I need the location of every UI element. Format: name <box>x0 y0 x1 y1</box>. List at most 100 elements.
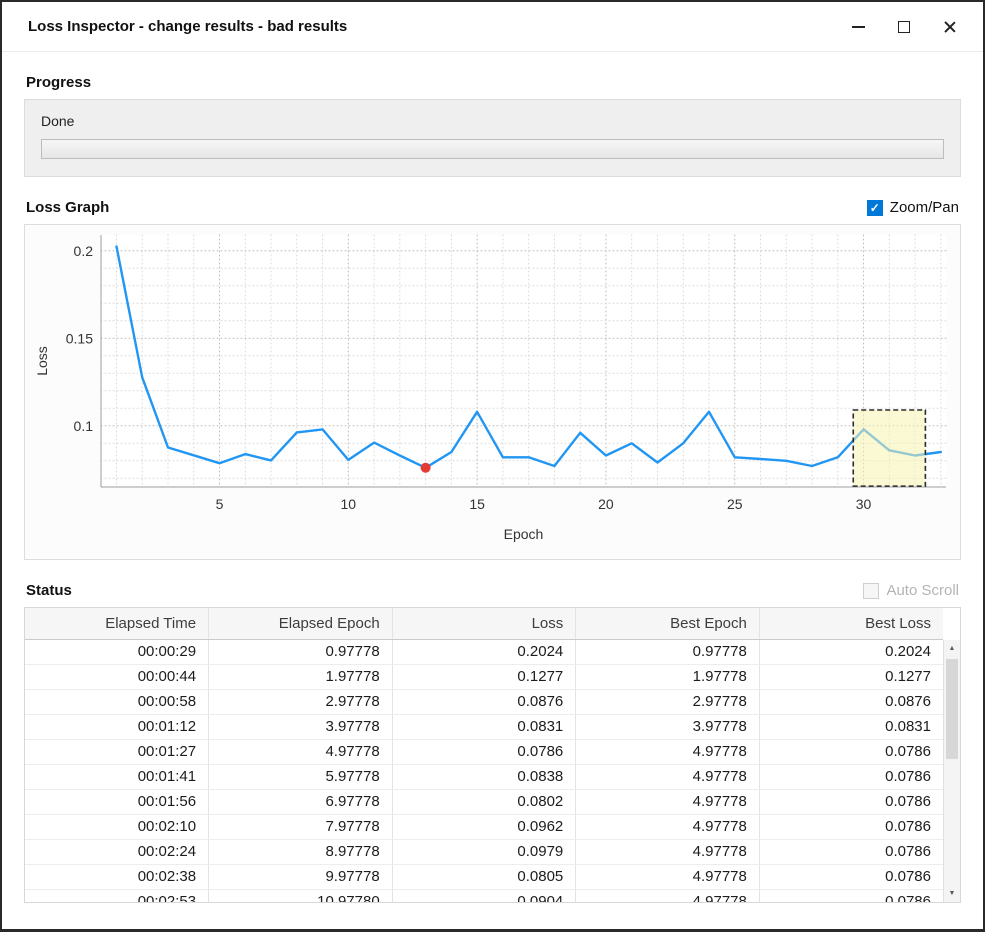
table-cell: 00:02:38 <box>25 864 209 889</box>
table-cell: 4.97778 <box>576 864 760 889</box>
zoom-pan-checkbox-icon: ✓ <box>867 200 883 216</box>
table-row[interactable]: 00:02:389.977780.08054.977780.0786 <box>25 864 943 889</box>
progress-bar <box>41 139 944 159</box>
arrow-up-icon: ▲ <box>949 645 956 652</box>
scroll-down-button[interactable]: ▼ <box>944 885 960 902</box>
table-cell: 0.2024 <box>392 639 576 664</box>
minimize-button[interactable] <box>843 12 873 42</box>
table-cell: 0.0786 <box>759 789 943 814</box>
arrow-down-icon: ▼ <box>949 890 956 897</box>
close-button[interactable] <box>935 12 965 42</box>
scrollbar-thumb[interactable] <box>946 659 958 759</box>
table-cell: 3.97778 <box>209 714 393 739</box>
x-tick-label: 30 <box>856 496 872 512</box>
auto-scroll-checkbox-icon <box>863 583 879 599</box>
table-cell: 0.0876 <box>392 689 576 714</box>
window-body: Progress Done Loss Graph ✓ Zoom/Pan 0.10… <box>2 52 983 903</box>
table-row[interactable]: 00:02:248.977780.09794.977780.0786 <box>25 839 943 864</box>
table-row[interactable]: 00:01:566.977780.08024.977780.0786 <box>25 789 943 814</box>
table-cell: 0.0786 <box>759 839 943 864</box>
table-row[interactable]: 00:00:290.977780.20240.977780.2024 <box>25 639 943 664</box>
table-cell: 0.0786 <box>759 889 943 903</box>
table-row[interactable]: 00:00:441.977780.12771.977780.1277 <box>25 664 943 689</box>
table-cell: 0.0786 <box>392 739 576 764</box>
table-cell: 5.97778 <box>209 764 393 789</box>
x-axis-label: Epoch <box>504 526 544 542</box>
table-cell: 4.97778 <box>576 739 760 764</box>
table-row[interactable]: 00:01:415.977780.08384.977780.0786 <box>25 764 943 789</box>
status-header-row: Status Auto Scroll <box>26 582 959 599</box>
table-cell: 00:01:56 <box>25 789 209 814</box>
status-table-grid: Elapsed TimeElapsed EpochLossBest EpochB… <box>25 608 943 903</box>
table-cell: 00:00:58 <box>25 689 209 714</box>
table-cell: 0.2024 <box>759 639 943 664</box>
loss-graph-header-row: Loss Graph ✓ Zoom/Pan <box>26 199 959 216</box>
table-cell: 0.0904 <box>392 889 576 903</box>
table-cell: 10.97780 <box>209 889 393 903</box>
table-cell: 00:00:44 <box>25 664 209 689</box>
table-cell: 0.1277 <box>759 664 943 689</box>
table-row[interactable]: 00:02:107.977780.09624.977780.0786 <box>25 814 943 839</box>
x-tick-label: 15 <box>469 496 485 512</box>
table-row[interactable]: 00:01:123.977780.08313.977780.0831 <box>25 714 943 739</box>
scroll-up-button[interactable]: ▲ <box>944 640 960 657</box>
y-axis-label: Loss <box>34 346 50 376</box>
column-header: Best Epoch <box>576 608 760 639</box>
table-cell: 4.97778 <box>576 814 760 839</box>
table-cell: 1.97778 <box>576 664 760 689</box>
table-cell: 00:01:12 <box>25 714 209 739</box>
y-tick-label: 0.2 <box>74 243 94 259</box>
column-header: Best Loss <box>759 608 943 639</box>
titlebar: Loss Inspector - change results - bad re… <box>2 2 983 52</box>
table-cell: 00:02:53 <box>25 889 209 903</box>
column-header: Loss <box>392 608 576 639</box>
window-controls <box>843 12 965 42</box>
table-cell: 0.0962 <box>392 814 576 839</box>
table-cell: 2.97778 <box>576 689 760 714</box>
zoom-pan-checkbox[interactable]: ✓ Zoom/Pan <box>867 199 959 216</box>
x-tick-label: 25 <box>727 496 743 512</box>
column-header: Elapsed Epoch <box>209 608 393 639</box>
table-row[interactable]: 00:01:274.977780.07864.977780.0786 <box>25 739 943 764</box>
table-cell: 0.0786 <box>759 764 943 789</box>
maximize-button[interactable] <box>889 12 919 42</box>
close-icon <box>943 20 957 34</box>
vertical-scrollbar[interactable]: ▲ ▼ <box>943 640 960 902</box>
status-heading: Status <box>26 582 72 599</box>
status-table: Elapsed TimeElapsed EpochLossBest EpochB… <box>24 607 961 903</box>
progress-status-label: Done <box>41 113 944 129</box>
loss-graph-panel: 0.10.150.251015202530EpochLoss <box>24 224 961 560</box>
loss-graph-heading: Loss Graph <box>26 199 109 216</box>
loss-chart[interactable]: 0.10.150.251015202530EpochLoss <box>25 225 960 559</box>
zoom-selection-rect[interactable] <box>853 410 925 486</box>
minimize-icon <box>852 26 865 28</box>
table-cell: 6.97778 <box>209 789 393 814</box>
best-loss-marker <box>421 463 431 473</box>
table-cell: 0.0876 <box>759 689 943 714</box>
table-cell: 0.0831 <box>759 714 943 739</box>
x-tick-label: 10 <box>341 496 357 512</box>
table-cell: 00:02:24 <box>25 839 209 864</box>
table-cell: 4.97778 <box>576 764 760 789</box>
table-cell: 00:00:29 <box>25 639 209 664</box>
table-cell: 00:01:27 <box>25 739 209 764</box>
app-window: Loss Inspector - change results - bad re… <box>0 0 985 932</box>
progress-panel: Done <box>24 99 961 177</box>
table-cell: 00:02:10 <box>25 814 209 839</box>
table-cell: 0.0831 <box>392 714 576 739</box>
table-header-row: Elapsed TimeElapsed EpochLossBest EpochB… <box>25 608 943 639</box>
column-header: Elapsed Time <box>25 608 209 639</box>
table-cell: 0.0786 <box>759 739 943 764</box>
maximize-icon <box>898 21 910 33</box>
table-row[interactable]: 00:02:5310.977800.09044.977780.0786 <box>25 889 943 903</box>
plot-area[interactable] <box>101 235 946 487</box>
table-row[interactable]: 00:00:582.977780.08762.977780.0876 <box>25 689 943 714</box>
table-cell: 0.0805 <box>392 864 576 889</box>
table-cell: 0.1277 <box>392 664 576 689</box>
auto-scroll-label: Auto Scroll <box>886 582 959 599</box>
y-tick-label: 0.1 <box>74 418 94 434</box>
window-title: Loss Inspector - change results - bad re… <box>28 18 347 35</box>
table-cell: 9.97778 <box>209 864 393 889</box>
table-cell: 0.0802 <box>392 789 576 814</box>
table-cell: 1.97778 <box>209 664 393 689</box>
